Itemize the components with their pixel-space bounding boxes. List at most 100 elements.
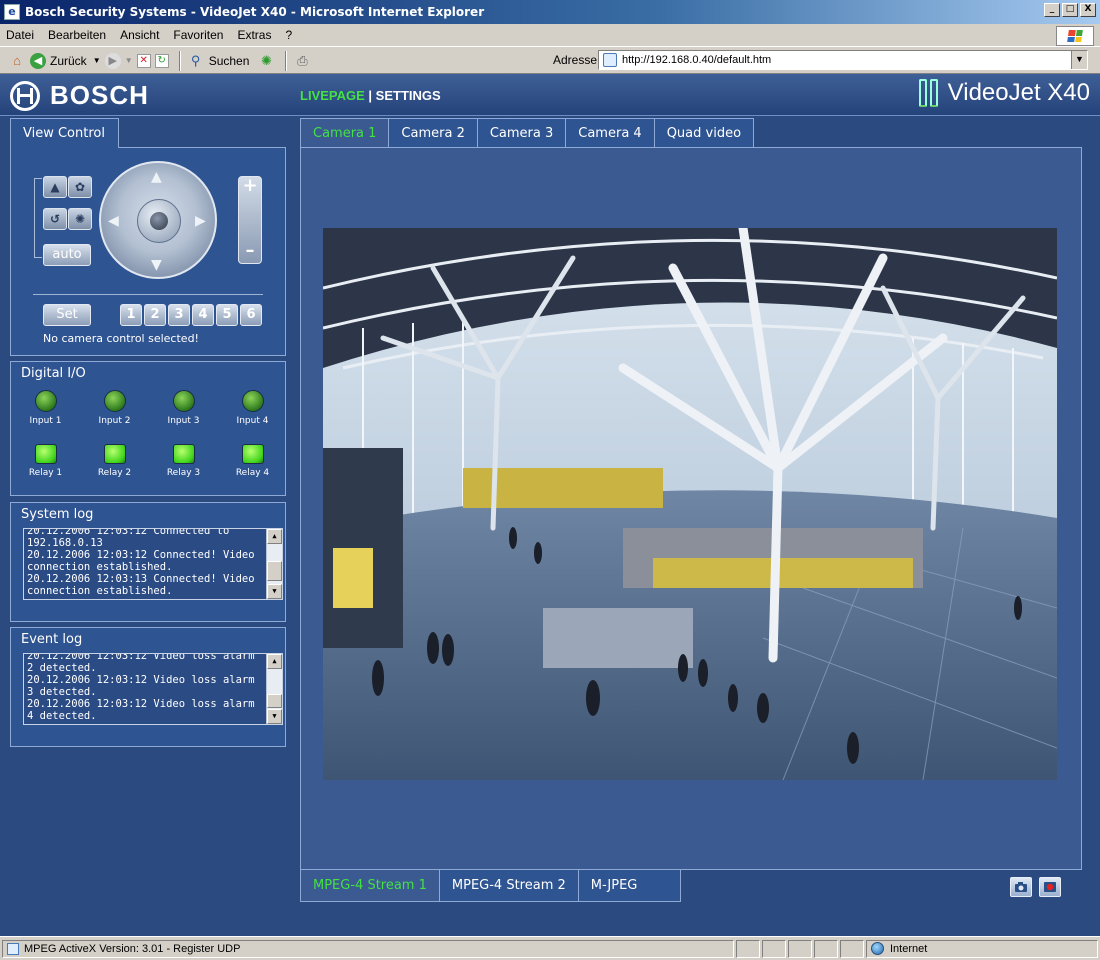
menu-extras[interactable]: Extras [237, 28, 271, 42]
digital-io-panel: Digital I/O Input 1 Input 2 Input 3 Inpu… [10, 361, 286, 496]
address-url[interactable]: http://192.168.0.40/default.htm [622, 54, 771, 66]
bosch-armature-icon [10, 80, 40, 111]
pan-left-icon[interactable]: ◀ [108, 213, 119, 229]
zoom-in-button[interactable]: + [239, 177, 261, 195]
iris-open-icon[interactable]: ✺ [68, 208, 92, 230]
status-cell [814, 939, 838, 958]
tab-camera-1[interactable]: Camera 1 [300, 118, 389, 148]
maximize-button[interactable]: □ [1062, 3, 1078, 17]
preset-button-5[interactable]: 5 [216, 304, 238, 326]
print-icon[interactable]: ⎙ [293, 52, 311, 70]
status-cell [788, 939, 812, 958]
relay-4[interactable]: Relay 4 [218, 444, 287, 478]
product-name: VideoJet X40 [947, 79, 1090, 106]
input-label: Input 4 [236, 416, 269, 426]
input-label: Input 3 [167, 416, 200, 426]
record-button[interactable] [1039, 877, 1061, 897]
forward-icon[interactable]: ▶ [104, 52, 121, 69]
scroll-down-icon[interactable]: ▼ [267, 584, 282, 599]
tab-quad-video[interactable]: Quad video [653, 118, 755, 148]
view-control-tab[interactable]: View Control [10, 118, 119, 148]
stop-icon[interactable]: ✕ [136, 53, 151, 68]
set-preset-button[interactable]: Set [43, 304, 91, 326]
focus-far-icon[interactable]: ▲ [43, 176, 67, 198]
scroll-up-icon[interactable]: ▲ [267, 654, 282, 669]
preset-button-1[interactable]: 1 [120, 304, 142, 326]
auto-button[interactable]: auto [43, 244, 91, 266]
tab-mjpeg[interactable]: M-JPEG [577, 870, 681, 902]
statusbar: MPEG ActiveX Version: 3.01 - Register UD… [0, 936, 1100, 960]
back-button[interactable]: Zurück [50, 54, 87, 68]
relay-label: Relay 2 [97, 468, 132, 478]
search-button[interactable]: Suchen [209, 54, 250, 68]
close-button[interactable]: X [1080, 3, 1096, 17]
scroll-down-icon[interactable]: ▼ [267, 709, 282, 724]
relay-1[interactable]: Relay 1 [11, 444, 80, 478]
event-log-scrollbar[interactable]: ▲ ▼ [266, 654, 282, 724]
menu-favoriten[interactable]: Favoriten [173, 28, 223, 42]
address-field[interactable]: http://192.168.0.40/default.htm ▼ [598, 50, 1088, 70]
input-row: Input 1 Input 2 Input 3 Input 4 [11, 390, 287, 426]
input-1: Input 1 [11, 390, 80, 426]
menu-help[interactable]: ? [285, 28, 292, 42]
back-dropdown-icon[interactable]: ▼ [93, 52, 101, 70]
scroll-thumb[interactable] [267, 694, 282, 708]
preset-button-6[interactable]: 6 [240, 304, 262, 326]
input-label: Input 2 [98, 416, 131, 426]
input-led-icon [241, 390, 264, 412]
relay-led-icon[interactable] [103, 444, 126, 464]
relay-label: Relay 1 [28, 468, 63, 478]
relay-led-icon[interactable] [241, 444, 264, 464]
zone-label: Internet [890, 942, 928, 955]
tab-mpeg4-stream-2[interactable]: MPEG-4 Stream 2 [438, 870, 578, 902]
ptz-joystick[interactable]: ▲ ▼ ◀ ▶ [99, 161, 217, 279]
zoom-out-button[interactable]: – [239, 242, 261, 260]
preset-button-3[interactable]: 3 [168, 304, 190, 326]
pan-right-icon[interactable]: ▶ [195, 213, 206, 229]
snapshot-button[interactable] [1010, 877, 1032, 897]
iris-close-icon[interactable]: ↺ [43, 208, 67, 230]
preset-button-4[interactable]: 4 [192, 304, 214, 326]
preset-button-2[interactable]: 2 [144, 304, 166, 326]
ie-icon: e [4, 4, 20, 20]
input-led-icon [34, 390, 57, 412]
live-video-image[interactable] [323, 228, 1057, 780]
security-zone: Internet [866, 939, 1098, 958]
zoom-control[interactable]: + – [238, 176, 262, 264]
search-icon[interactable]: ⚲ [187, 52, 205, 70]
scroll-thumb[interactable] [267, 561, 282, 581]
scroll-up-icon[interactable]: ▲ [267, 529, 282, 544]
relay-led-icon[interactable] [34, 444, 57, 464]
input-led-icon [172, 390, 195, 412]
window-title: Bosch Security Systems - VideoJet X40 - … [25, 5, 485, 19]
nav-livepage[interactable]: LIVEPAGE [300, 88, 365, 103]
ptz-center-knob[interactable] [137, 199, 181, 243]
address-dropdown-icon[interactable]: ▼ [1071, 51, 1087, 69]
tilt-up-icon[interactable]: ▲ [151, 169, 162, 185]
minimize-button[interactable]: _ [1044, 3, 1060, 17]
relay-led-icon[interactable] [172, 444, 195, 464]
menu-bearbeiten[interactable]: Bearbeiten [48, 28, 106, 42]
toolbar-separator [285, 50, 288, 71]
home-icon[interactable]: ⌂ [8, 52, 26, 70]
system-log-scrollbar[interactable]: ▲ ▼ [266, 529, 282, 599]
nav-settings[interactable]: SETTINGS [376, 88, 441, 103]
menu-datei[interactable]: Datei [6, 28, 34, 42]
menu-ansicht[interactable]: Ansicht [120, 28, 159, 42]
event-log-box[interactable]: 20.12.2006 12:03:12 Video loss alarm 2 d… [23, 653, 283, 725]
page-header: BOSCH LIVEPAGE | SETTINGS VideoJet X40 [0, 74, 1100, 116]
refresh-icon[interactable]: ↻ [154, 53, 169, 68]
tab-camera-2[interactable]: Camera 2 [388, 118, 477, 148]
history-icon[interactable]: ✺ [257, 52, 275, 70]
focus-near-icon[interactable]: ✿ [68, 176, 92, 198]
relay-2[interactable]: Relay 2 [80, 444, 149, 478]
forward-dropdown-icon[interactable]: ▼ [125, 52, 133, 70]
tilt-down-icon[interactable]: ▼ [151, 257, 162, 273]
tab-camera-3[interactable]: Camera 3 [476, 118, 566, 148]
input-4: Input 4 [218, 390, 287, 426]
tab-mpeg4-stream-1[interactable]: MPEG-4 Stream 1 [300, 870, 439, 902]
tab-camera-4[interactable]: Camera 4 [565, 118, 654, 148]
back-icon[interactable]: ◀ [30, 52, 46, 69]
relay-3[interactable]: Relay 3 [149, 444, 218, 478]
system-log-box[interactable]: 20.12.2006 12:03:12 Connected to 192.168… [23, 528, 283, 600]
